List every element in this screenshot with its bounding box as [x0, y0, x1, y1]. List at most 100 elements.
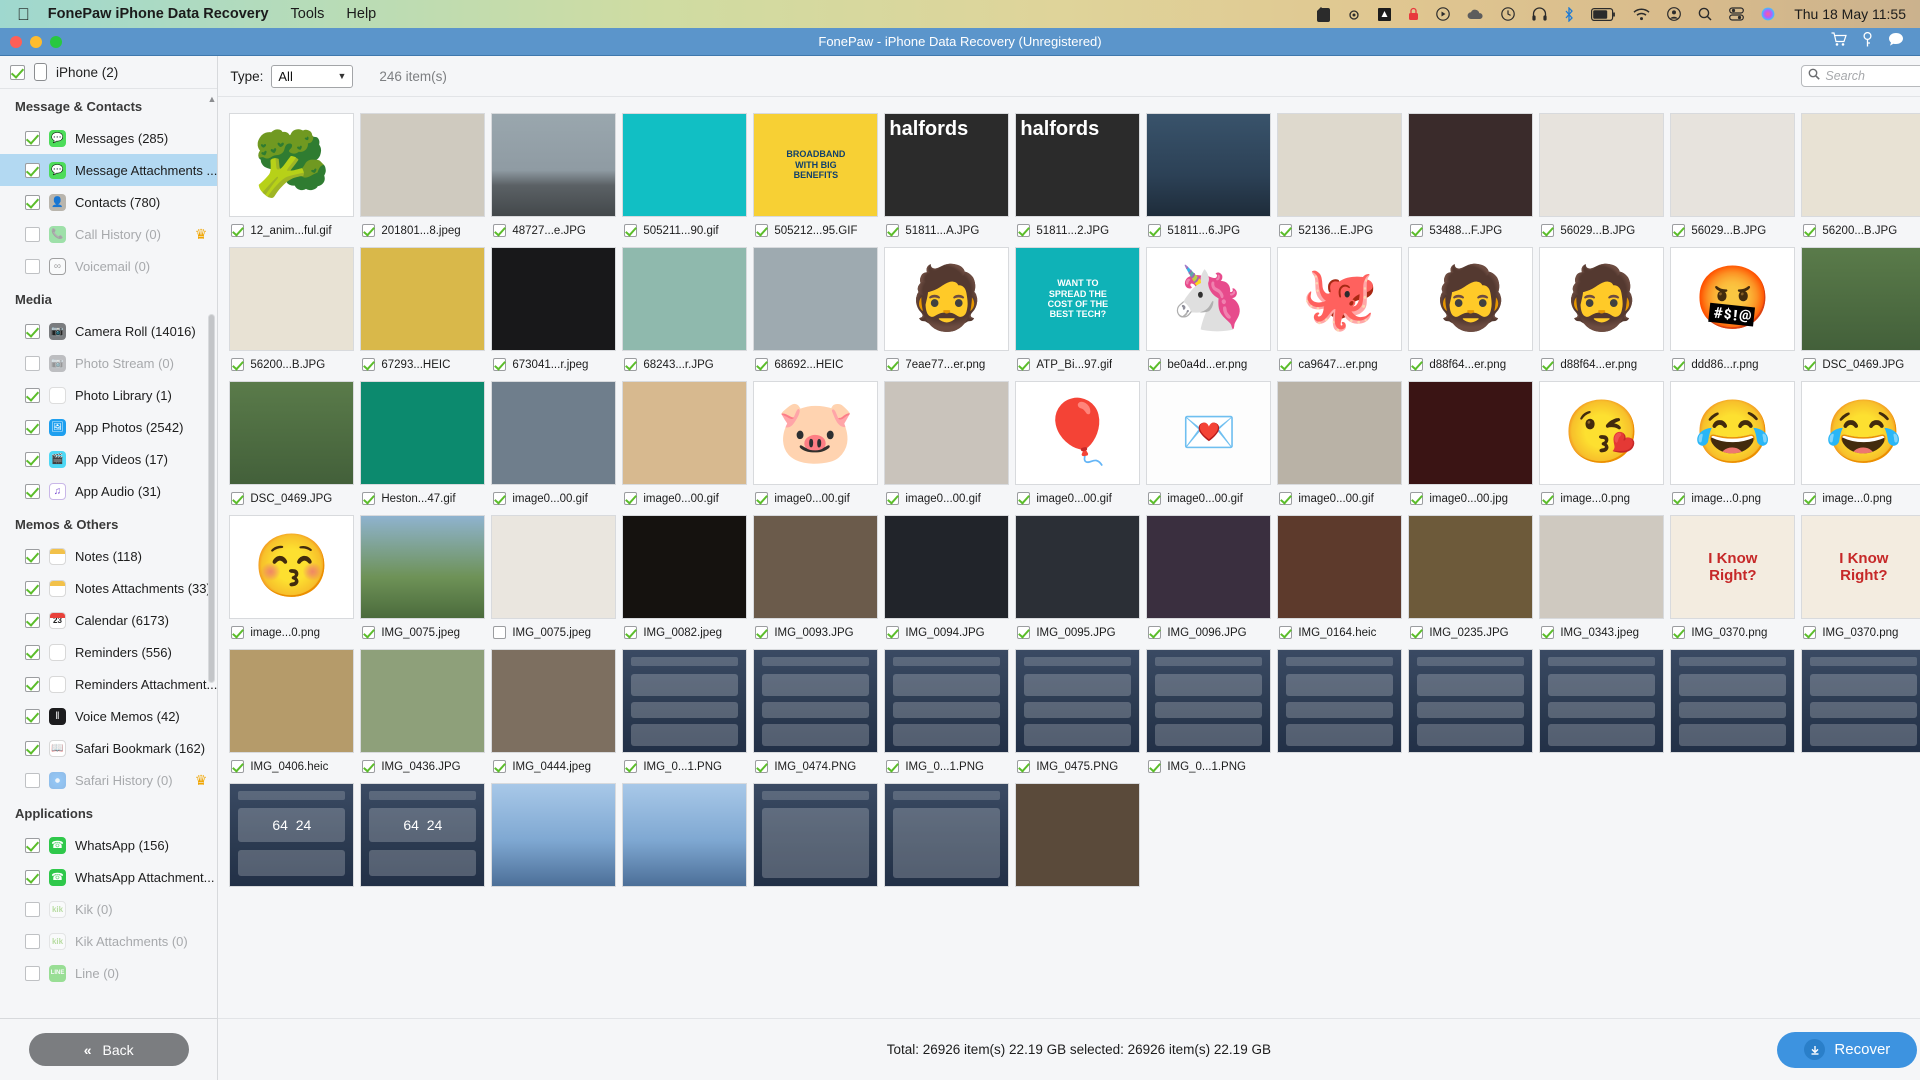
thumbnail-cell[interactable]: 56029...B.JPG	[1667, 107, 1798, 241]
thumbnail-checkbox[interactable]	[1279, 224, 1293, 237]
sidebar-item-call-history-0[interactable]: 📞 Call History (0) ♛	[0, 218, 217, 250]
sidebar-item-safari-bookmark-162[interactable]: 📖 Safari Bookmark (162)	[0, 732, 217, 764]
sidebar-item-kik-0[interactable]: kik Kik (0)	[0, 893, 217, 925]
cart-icon[interactable]	[1831, 32, 1847, 51]
thumbnail-image[interactable]	[1670, 649, 1796, 753]
apple-logo-icon[interactable]: 	[17, 6, 30, 23]
sidebar-item-kik-attachments-0[interactable]: kik Kik Attachments (0)	[0, 925, 217, 957]
thumbnail-image[interactable]	[622, 247, 748, 351]
thumbnail-cell[interactable]: 505211...90.gif	[619, 107, 750, 241]
thumbnail-image[interactable]: halfords	[884, 113, 1010, 217]
thumbnail-image[interactable]: WANT TO SPREAD THE COST OF THE BEST TECH?	[1015, 247, 1141, 351]
menubar-app-title[interactable]: FonePaw iPhone Data Recovery	[48, 6, 269, 22]
dropbox-icon[interactable]	[1378, 7, 1392, 21]
sidebar-item-messages-285[interactable]: 💬 Messages (285)	[0, 122, 217, 154]
thumbnail-checkbox[interactable]	[624, 224, 638, 237]
thumbnail-image[interactable]	[884, 515, 1010, 619]
thumbnail-checkbox[interactable]	[1148, 492, 1162, 505]
thumbnail-image[interactable]: 😂	[1801, 381, 1920, 485]
thumbnail-image[interactable]	[753, 649, 879, 753]
sidebar-item-photo-stream-0[interactable]: 📷 Photo Stream (0)	[0, 347, 217, 379]
thumbnail-cell[interactable]: image0...00.gif	[881, 375, 1012, 509]
thumbnail-cell[interactable]: IMG_0082.jpeg	[619, 509, 750, 643]
thumbnail-checkbox[interactable]	[886, 492, 900, 505]
thumbnail-image[interactable]	[491, 649, 617, 753]
thumbnail-cell[interactable]: I Know Right? IMG_0370.png	[1798, 509, 1920, 643]
thumbnail-checkbox[interactable]	[1541, 358, 1555, 371]
thumbnail-checkbox[interactable]	[886, 760, 900, 773]
sidebar-item-checkbox[interactable]	[25, 676, 40, 692]
wifi-icon[interactable]	[1633, 8, 1650, 21]
sidebar-item-checkbox[interactable]	[25, 740, 40, 756]
thumbnail-cell[interactable]: 64 24	[226, 777, 357, 898]
thumbnail-checkbox[interactable]	[362, 492, 376, 505]
thumbnail-cell[interactable]	[619, 777, 750, 898]
thumbnail-image[interactable]	[1539, 649, 1665, 753]
thumbnail-image[interactable]: BROADBAND WITH BIG BENEFITS	[753, 113, 879, 217]
menu-help[interactable]: Help	[346, 6, 376, 22]
device-checkbox[interactable]	[10, 64, 25, 80]
thumbnail-image[interactable]: 🐙	[1277, 247, 1403, 351]
thumbnail-cell[interactable]: 💌 image0...00.gif	[1143, 375, 1274, 509]
sidebar-item-checkbox[interactable]	[25, 772, 40, 788]
thumbnail-cell[interactable]: IMG_0095.JPG	[1012, 509, 1143, 643]
thumbnail-image[interactable]: halfords	[1015, 113, 1141, 217]
thumbnail-cell[interactable]: Heston...47.gif	[357, 375, 488, 509]
sidebar-item-whatsapp-156[interactable]: ☎ WhatsApp (156)	[0, 829, 217, 861]
sidebar-scrollbar[interactable]	[208, 92, 216, 1016]
thumbnail-checkbox[interactable]	[1410, 626, 1424, 639]
thumbnail-image[interactable]: 😘	[1539, 381, 1665, 485]
siri-icon[interactable]	[1761, 7, 1775, 21]
thumbnail-checkbox[interactable]	[493, 492, 507, 505]
thumbnail-cell[interactable]: 68243...r.JPG	[619, 241, 750, 375]
thumbnail-image[interactable]	[1408, 381, 1534, 485]
thumbnail-checkbox[interactable]	[755, 224, 769, 237]
thumbnail-cell[interactable]: 🤬 ddd86...r.png	[1667, 241, 1798, 375]
thumbnail-image[interactable]	[491, 783, 617, 887]
thumbnail-image[interactable]	[1539, 515, 1665, 619]
thumbnail-image[interactable]: I Know Right?	[1670, 515, 1796, 619]
thumbnail-cell[interactable]	[1536, 643, 1667, 777]
thumbnail-checkbox[interactable]	[1541, 626, 1555, 639]
thumbnail-cell[interactable]: IMG_0075.jpeg	[488, 509, 619, 643]
sidebar-item-message-attachments[interactable]: 💬 Message Attachments ...	[0, 154, 218, 186]
thumbnail-cell[interactable]: 56200...B.JPG	[1798, 107, 1920, 241]
thumbnail-checkbox[interactable]	[1017, 626, 1031, 639]
play-circle-icon[interactable]	[1436, 7, 1450, 21]
sidebar-item-checkbox[interactable]	[25, 194, 40, 210]
thumbnail-checkbox[interactable]	[362, 358, 376, 371]
sidebar-item-checkbox[interactable]	[25, 901, 40, 917]
cloud-icon[interactable]	[1467, 9, 1484, 20]
headphones-icon[interactable]	[1532, 7, 1547, 21]
thumbnail-image[interactable]	[360, 247, 486, 351]
thumbnail-checkbox[interactable]	[624, 358, 638, 371]
sidebar-item-whatsapp-attachment[interactable]: ☎ WhatsApp Attachment...	[0, 861, 217, 893]
thumbnail-checkbox[interactable]	[1017, 358, 1031, 371]
thumbnail-image[interactable]	[360, 113, 486, 217]
thumbnail-checkbox[interactable]	[624, 626, 638, 639]
thumbnail-cell[interactable]: 56029...B.JPG	[1536, 107, 1667, 241]
sidebar-item-checkbox[interactable]	[25, 708, 40, 724]
thumbnail-checkbox[interactable]	[1148, 760, 1162, 773]
thumbnail-image[interactable]	[1539, 113, 1665, 217]
thumbnail-image[interactable]	[1146, 649, 1272, 753]
thumbnail-image[interactable]	[229, 381, 355, 485]
thumbnail-image[interactable]	[491, 113, 617, 217]
thumbnail-image[interactable]: I Know Right?	[1801, 515, 1920, 619]
sidebar-item-notes-118[interactable]: Notes (118)	[0, 540, 217, 572]
sidebar-item-calendar-6173[interactable]: 23 Calendar (6173)	[0, 604, 217, 636]
key-icon[interactable]	[1863, 31, 1872, 51]
thumbnail-cell[interactable]	[488, 777, 619, 898]
thumbnail-cell[interactable]: WANT TO SPREAD THE COST OF THE BEST TECH? AT…	[1012, 241, 1143, 375]
sidebar-item-photo-library-1[interactable]: ❁ Photo Library (1)	[0, 379, 217, 411]
sidebar-item-checkbox[interactable]	[25, 323, 40, 339]
thumbnail-checkbox[interactable]	[1148, 358, 1162, 371]
thumbnail-cell[interactable]: 56200...B.JPG	[226, 241, 357, 375]
sidebar-item-checkbox[interactable]	[25, 130, 40, 146]
thumbnail-cell[interactable]: I Know Right? IMG_0370.png	[1667, 509, 1798, 643]
device-row[interactable]: iPhone (2)	[0, 56, 218, 89]
thumbnail-checkbox[interactable]	[1279, 626, 1293, 639]
thumbnail-checkbox[interactable]	[1148, 626, 1162, 639]
thumbnail-cell[interactable]	[1798, 643, 1920, 777]
thumbnail-image[interactable]	[1408, 113, 1534, 217]
